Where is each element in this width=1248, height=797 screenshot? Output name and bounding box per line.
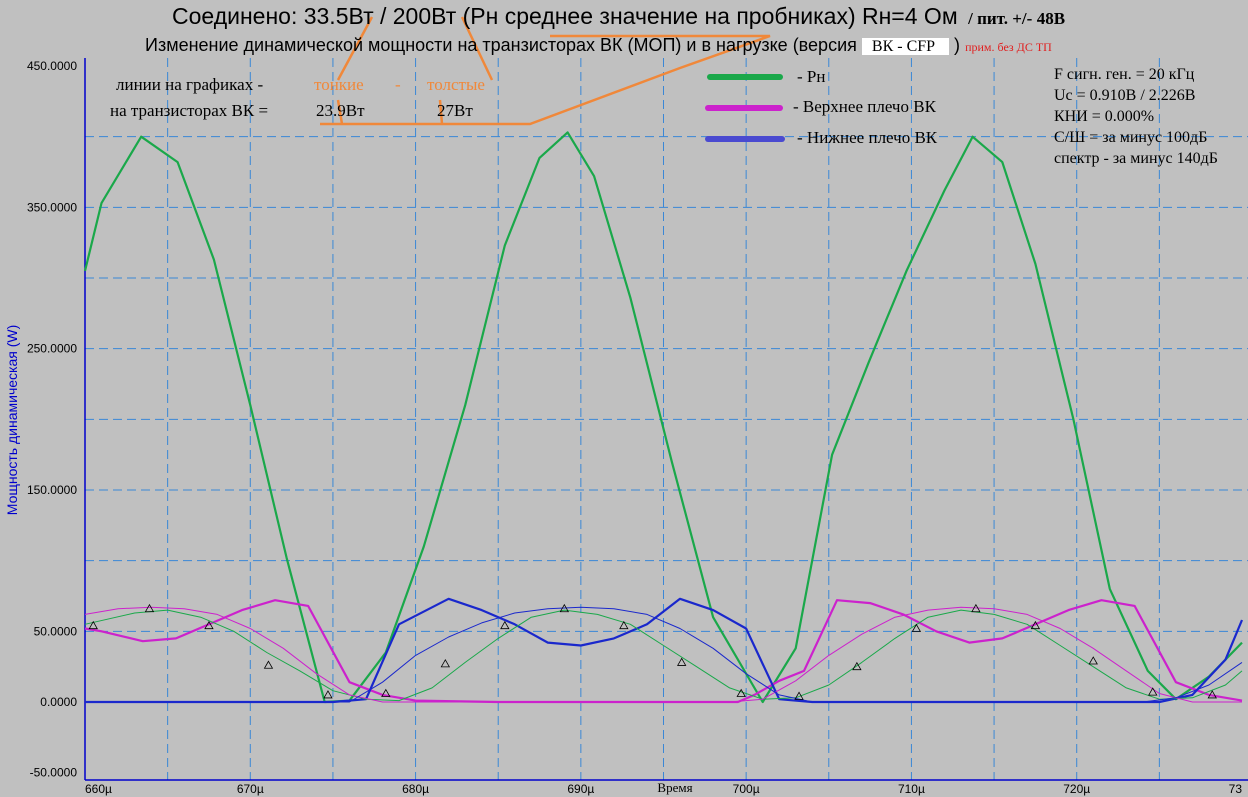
thin-label: тонкие: [314, 75, 364, 94]
x-tick-label: 690µ: [567, 782, 594, 796]
title-supply-value: 48В: [1036, 9, 1066, 28]
y-tick-label: 350.0000: [27, 200, 77, 214]
x-tick-label: 710µ: [898, 782, 925, 796]
x-tick-label: 720µ: [1063, 782, 1090, 796]
y-tick-labels: 450.0000 350.0000 250.0000 150.0000 50.0000 0…: [27, 59, 77, 780]
subtitle-line: Изменение динамической мощности на транз…: [145, 35, 1052, 56]
marker-triangle: [263, 660, 274, 669]
annotation-connectors: [320, 16, 771, 126]
legend-swatches: [705, 74, 785, 142]
lines-label: линии на графиках -: [116, 75, 264, 94]
y-tick-label: 150.0000: [27, 483, 77, 497]
legend-label-pn: - Рн: [797, 67, 826, 86]
vk-label: на транзисторах ВК =: [110, 101, 269, 120]
subtitle-close: ): [954, 35, 961, 55]
title-supply-label: / пит. +/-: [968, 9, 1033, 28]
title-line: Соединено: 33.5Вт / 200Вт (Рн среднее зн…: [172, 3, 1065, 30]
legend-label-lower: - Нижнее плечо ВК: [797, 128, 938, 147]
info-line-snr: С/Ш = за минус 100дБ: [1054, 129, 1208, 146]
x-tick-label: 660µ: [85, 782, 112, 796]
note: прим. без ДС ТП: [965, 40, 1052, 54]
info-line-spectrum: спектр - за минус 140дБ: [1054, 150, 1218, 167]
thick-label: толстые: [427, 75, 485, 94]
marker-triangle: [144, 603, 155, 613]
y-tick-label: 450.0000: [27, 59, 77, 73]
y-axis-label: Мощность динамическая (W): [4, 325, 20, 516]
marker-triangle: [911, 623, 922, 632]
y-tick-label: 0.0000: [40, 695, 77, 709]
x-tick-label: 670µ: [237, 782, 264, 796]
x-tick-label: 700µ: [733, 782, 760, 796]
thick-value: 27Вт: [437, 101, 473, 120]
y-tick-label: 250.0000: [27, 342, 77, 356]
y-tick-label: 50.0000: [34, 624, 78, 638]
dash-label: -: [395, 75, 401, 94]
info-line-thd: КНИ = 0.000%: [1054, 108, 1155, 125]
title-main: Соединено: 33.5Вт / 200Вт (Рн среднее зн…: [172, 3, 958, 29]
marker-triangle: [323, 690, 333, 699]
marker-triangle: [500, 620, 510, 630]
thin-value: 23.9Вт: [316, 101, 365, 120]
x-axis-label: Время: [657, 780, 692, 795]
x-tick-label: 680µ: [402, 782, 429, 796]
version-box: ВК - CFP: [861, 38, 950, 55]
info-line-freq: F сигн. ген. = 20 кГц: [1054, 66, 1195, 83]
info-line-voltage: Uc = 0.910В / 2.226В: [1054, 87, 1196, 104]
legend-label-upper: - Верхнее плечо ВК: [793, 97, 936, 116]
x-tick-label: 73: [1229, 782, 1243, 796]
y-tick-label: -50.0000: [30, 766, 78, 780]
marker-triangle: [1088, 656, 1098, 665]
marker-triangle: [440, 659, 451, 668]
subtitle: Изменение динамической мощности на транз…: [145, 35, 857, 55]
